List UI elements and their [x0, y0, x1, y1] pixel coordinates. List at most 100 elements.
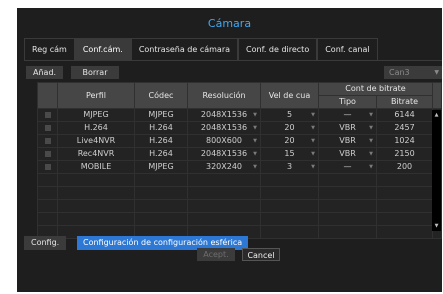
bitrate-type-select[interactable]: VBR ▼: [318, 147, 377, 161]
profile-cell: Rec4NVR: [57, 147, 135, 161]
chevron-down-icon: ▼: [311, 112, 315, 118]
codec-cell: MJPEG: [134, 160, 188, 174]
fps-select[interactable]: 5 ▼: [260, 108, 319, 122]
table-row[interactable]: MJPEG MJPEG 2048X1536 ▼ 5 ▼ — ▼ 6144: [37, 108, 442, 122]
resolution-value: 2048X1536: [200, 149, 248, 158]
cancel-button[interactable]: Cancel: [242, 248, 280, 261]
table-scrollbar[interactable]: ▲ ▼: [432, 110, 441, 231]
fps-value: 15: [284, 149, 295, 158]
fps-value: 3: [286, 162, 293, 171]
bitrate-cell: 1024: [376, 134, 433, 148]
select-column-header: [37, 82, 58, 109]
chevron-down-icon: ▼: [311, 125, 315, 131]
profile-cell: Live4NVR: [57, 134, 135, 148]
chevron-down-icon: ▼: [311, 151, 315, 157]
chevron-down-icon: ▼: [369, 125, 373, 131]
profile-cell: MOBILE: [57, 160, 135, 174]
tab-camera-password[interactable]: Contraseña de cámara: [130, 38, 239, 60]
tab-channel-settings[interactable]: Conf. canal: [317, 38, 378, 60]
bitrate-type-column-header: Tipo: [318, 95, 377, 109]
fps-select[interactable]: 20 ▼: [260, 121, 319, 135]
row-checkbox[interactable]: [44, 124, 51, 131]
chevron-down-icon: ▼: [369, 138, 373, 144]
fps-value: 20: [284, 123, 295, 132]
row-checkbox[interactable]: [44, 150, 51, 157]
chevron-down-icon: ▼: [253, 138, 257, 144]
fps-value: 5: [286, 110, 293, 119]
add-button[interactable]: Añad.: [26, 66, 64, 79]
resolution-select[interactable]: 2048X1536 ▼: [187, 147, 261, 161]
profile-cell: H.264: [57, 121, 135, 135]
bitrate-type-value: VBR: [339, 136, 356, 145]
fps-select[interactable]: 3 ▼: [260, 160, 319, 174]
profile-column-header: Perfil: [57, 82, 135, 109]
dialog-title: Cámara: [207, 17, 252, 30]
row-checkbox[interactable]: [44, 137, 51, 144]
config-button[interactable]: Config.: [24, 236, 67, 250]
tab-conf-cam[interactable]: Conf.cám.: [74, 38, 131, 60]
channel-select-value: Can3: [389, 68, 410, 77]
fps-select[interactable]: 15 ▼: [260, 147, 319, 161]
chevron-down-icon: ▼: [369, 151, 373, 157]
fps-select[interactable]: 20 ▼: [260, 134, 319, 148]
camera-dialog: Cámara Reg cám Conf.cám. Contraseña de c…: [17, 8, 442, 292]
chevron-down-icon: ▼: [311, 138, 315, 144]
bitrate-type-select[interactable]: VBR ▼: [318, 121, 377, 135]
resolution-select[interactable]: 2048X1536 ▼: [187, 121, 261, 135]
row-checkbox[interactable]: [44, 163, 51, 170]
tab-bar: Reg cám Conf.cám. Contraseña de cámara C…: [24, 38, 378, 60]
codec-cell: MJPEG: [134, 108, 188, 122]
profile-cell: MJPEG: [57, 108, 135, 122]
resolution-select[interactable]: 320X240 ▼: [187, 160, 261, 174]
codec-cell: H.264: [134, 121, 188, 135]
bitrate-type-value: VBR: [339, 149, 356, 158]
resolution-select[interactable]: 800X600 ▼: [187, 134, 261, 148]
chevron-down-icon: ▼: [369, 112, 373, 118]
codec-cell: H.264: [134, 134, 188, 148]
row-checkbox[interactable]: [44, 111, 51, 118]
bitrate-type-select[interactable]: — ▼: [318, 108, 377, 122]
chevron-down-icon: ▼: [253, 151, 257, 157]
profile-table: Perfil Códec Resolución Vel de cua Cont …: [37, 82, 442, 239]
table-row[interactable]: Rec4NVR H.264 2048X1536 ▼ 15 ▼ VBR ▼ 2150: [37, 147, 442, 161]
tab-divider: [24, 60, 442, 61]
channel-select[interactable]: Can3 ▼: [384, 66, 442, 79]
resolution-column-header: Resolución: [187, 82, 261, 109]
table-row[interactable]: MOBILE MJPEG 320X240 ▼ 3 ▼ — ▼ 200: [37, 160, 442, 174]
fps-value: 20: [284, 136, 295, 145]
chevron-down-icon: ▼: [253, 125, 257, 131]
scroll-down-icon[interactable]: ▼: [432, 223, 441, 229]
bitrate-type-select[interactable]: VBR ▼: [318, 134, 377, 148]
resolution-value: 2048X1536: [200, 110, 248, 119]
bitrate-type-value: —: [343, 110, 352, 119]
empty-row: [37, 199, 442, 213]
chevron-down-icon: ▼: [369, 164, 373, 170]
bitrate-type-value: —: [343, 162, 352, 171]
chevron-down-icon: ▼: [434, 69, 439, 76]
resolution-select[interactable]: 2048X1536 ▼: [187, 108, 261, 122]
resolution-value: 320X240: [205, 162, 243, 171]
bitrate-cell: 2150: [376, 147, 433, 161]
table-row[interactable]: Live4NVR H.264 800X600 ▼ 20 ▼ VBR ▼ 1024: [37, 134, 442, 148]
bitrate-group-header: Cont de bitrate: [318, 82, 433, 96]
scroll-up-icon[interactable]: ▲: [432, 112, 441, 118]
empty-row: [37, 186, 442, 200]
bitrate-type-value: VBR: [339, 123, 356, 132]
scroll-column-header: [432, 82, 442, 109]
tab-live-settings[interactable]: Conf. de directo: [238, 38, 318, 60]
delete-button[interactable]: Borrar: [71, 66, 119, 79]
accept-button[interactable]: Acept.: [197, 248, 235, 261]
empty-row: [37, 212, 442, 226]
table-row[interactable]: H.264 H.264 2048X1536 ▼ 20 ▼ VBR ▼ 2457: [37, 121, 442, 135]
resolution-value: 2048X1536: [200, 123, 248, 132]
bitrate-type-select[interactable]: — ▼: [318, 160, 377, 174]
resolution-value: 800X600: [205, 136, 243, 145]
empty-row: [37, 173, 442, 187]
chevron-down-icon: ▼: [311, 164, 315, 170]
chevron-down-icon: ▼: [253, 112, 257, 118]
codec-column-header: Códec: [134, 82, 188, 109]
tab-reg-cam[interactable]: Reg cám: [24, 38, 75, 60]
bitrate-cell: 2457: [376, 121, 433, 135]
bitrate-cell: 6144: [376, 108, 433, 122]
fps-column-header: Vel de cua: [260, 82, 319, 109]
